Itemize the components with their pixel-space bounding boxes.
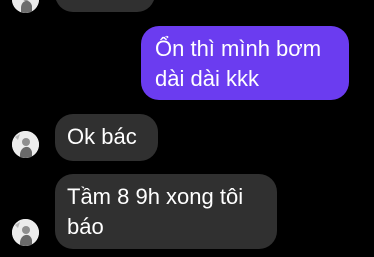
contact-avatar-icon[interactable]	[12, 219, 39, 246]
message-bubble-incoming[interactable]: Ok bác	[55, 114, 158, 161]
contact-avatar-icon[interactable]	[12, 0, 39, 13]
message-text: Ok bác	[67, 124, 137, 149]
message-bubble-incoming[interactable]	[55, 0, 155, 12]
contact-avatar-icon[interactable]	[12, 131, 39, 158]
message-bubble-incoming[interactable]: Tầm 8 9h xong tôi báo	[55, 174, 277, 249]
message-bubble-outgoing[interactable]: Ổn thì mình bơm dài dài kkk	[141, 26, 349, 100]
message-text: Ổn thì mình bơm dài dài kkk	[155, 36, 322, 91]
message-text: Tầm 8 9h xong tôi báo	[67, 184, 244, 239]
